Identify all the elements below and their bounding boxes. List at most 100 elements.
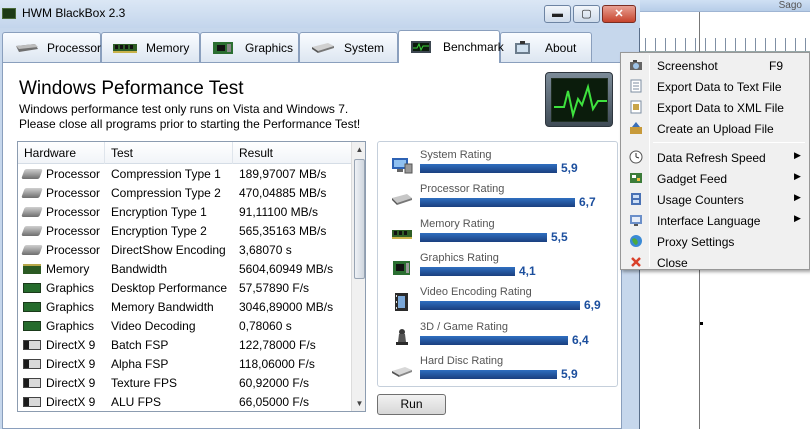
rating-label: Graphics Rating bbox=[420, 251, 499, 264]
rating-label: 3D / Game Rating bbox=[420, 320, 509, 333]
processor-icon bbox=[391, 190, 413, 208]
cell-hardware: DirectX 9 bbox=[46, 338, 96, 352]
memory-icon bbox=[23, 264, 41, 274]
menu-item-close[interactable]: Close bbox=[623, 252, 807, 273]
column-header-test[interactable]: Test bbox=[111, 146, 133, 160]
app-icon bbox=[2, 8, 16, 19]
cell-hardware: Memory bbox=[46, 262, 90, 276]
table-header: Hardware Test Result bbox=[18, 142, 351, 164]
cell-result: 60,92000 F/s bbox=[239, 376, 310, 390]
rating-value: 5,5 bbox=[551, 229, 568, 244]
processor-icon bbox=[21, 226, 43, 236]
menu-item-gadget-feed[interactable]: Gadget Feed ▶ bbox=[623, 168, 807, 189]
cell-test: Compression Type 2 bbox=[111, 186, 221, 200]
background-ruler bbox=[636, 38, 810, 52]
table-row[interactable]: DirectX 9 ALU FPS 66,05000 F/s bbox=[18, 393, 351, 411]
tab-memory[interactable]: Memory bbox=[101, 32, 200, 62]
rating-item: Video Encoding Rating 6,9 bbox=[378, 285, 617, 319]
cell-result: 57,57890 F/s bbox=[239, 281, 310, 295]
cell-hardware: Graphics bbox=[46, 300, 95, 314]
table-row[interactable]: Processor DirectShow Encoding 3,68070 s bbox=[18, 241, 351, 260]
tab-label: Graphics bbox=[245, 40, 294, 55]
menu-item-data-refresh-speed[interactable]: Data Refresh Speed ▶ bbox=[623, 147, 807, 168]
tab-system[interactable]: System bbox=[299, 32, 398, 62]
table-row[interactable]: Processor Encryption Type 1 91,11100 MB/s bbox=[18, 203, 351, 222]
cell-test: Bandwidth bbox=[111, 262, 168, 276]
column-divider[interactable] bbox=[104, 142, 105, 164]
rating-item: Graphics Rating 4,1 bbox=[378, 251, 617, 285]
menu-item-create-an-upload-file[interactable]: Create an Upload File bbox=[623, 118, 807, 139]
rating-value: 5,9 bbox=[561, 366, 578, 381]
menu-item-label: Screenshot bbox=[657, 59, 718, 73]
title-bar[interactable]: HWM BlackBox 2.3 ▬ ▢ ✕ bbox=[0, 0, 640, 28]
processor-icon bbox=[21, 188, 43, 198]
rating-label: Processor Rating bbox=[420, 183, 505, 196]
table-row[interactable]: DirectX 9 Alpha FSP 118,06000 F/s bbox=[18, 355, 351, 374]
cell-result: 122,78000 F/s bbox=[239, 338, 316, 352]
menu-item-label: Proxy Settings bbox=[657, 235, 735, 249]
directx-icon bbox=[23, 340, 41, 350]
run-button[interactable]: Run bbox=[377, 394, 446, 415]
gauge-icon bbox=[629, 192, 643, 206]
graphics-card-icon bbox=[391, 259, 413, 277]
menu-separator bbox=[653, 142, 805, 143]
clock-icon bbox=[629, 150, 643, 164]
benchmark-description: Windows performance test only runs on Vi… bbox=[19, 102, 360, 132]
menu-item-interface-language[interactable]: Interface Language ▶ bbox=[623, 210, 807, 231]
film-icon bbox=[391, 293, 413, 312]
table-row[interactable]: Graphics Desktop Performance 57,57890 F/s bbox=[18, 279, 351, 298]
minimize-button[interactable]: ▬ bbox=[544, 5, 571, 23]
cell-hardware: DirectX 9 bbox=[46, 376, 96, 390]
chess-piece-icon bbox=[391, 328, 413, 346]
table-scrollbar[interactable]: ▲ ▼ bbox=[351, 142, 365, 411]
ratings-panel: System Rating 5,9 Processor Rating 6,7 Memor… bbox=[377, 141, 618, 387]
rating-value: 5,9 bbox=[561, 161, 578, 175]
close-icon bbox=[629, 255, 643, 269]
globe-icon bbox=[629, 234, 643, 248]
processor-icon bbox=[21, 245, 43, 255]
close-window-button[interactable]: ✕ bbox=[602, 5, 636, 23]
table-row[interactable]: Processor Encryption Type 2 565,35163 MB/s bbox=[18, 222, 351, 241]
maximize-button[interactable]: ▢ bbox=[573, 5, 600, 23]
rating-value: 6,7 bbox=[579, 195, 596, 210]
scroll-down-arrow-icon[interactable]: ▼ bbox=[352, 396, 365, 411]
table-row[interactable]: Processor Compression Type 2 470,04885 MB/… bbox=[18, 184, 351, 203]
menu-item-proxy-settings[interactable]: Proxy Settings bbox=[623, 231, 807, 252]
performance-monitor-icon bbox=[545, 72, 613, 127]
tab-about[interactable]: About bbox=[500, 32, 592, 62]
table-row[interactable]: DirectX 9 Batch FSP 122,78000 F/s bbox=[18, 336, 351, 355]
context-menu: Screenshot F9 Export Data to Text File Expo… bbox=[620, 52, 810, 270]
menu-item-export-data-to-xml-file[interactable]: Export Data to XML File bbox=[623, 97, 807, 118]
upload-icon bbox=[629, 121, 643, 135]
cell-hardware: Graphics bbox=[46, 319, 95, 333]
page-title: Windows Peformance Test bbox=[19, 78, 244, 99]
tab-processor[interactable]: Processor bbox=[2, 32, 101, 62]
table-row[interactable]: DirectX 9 Texture FPS 60,92000 F/s bbox=[18, 374, 351, 393]
tab-benchmark[interactable]: Benchmark bbox=[398, 30, 504, 63]
scroll-up-arrow-icon[interactable]: ▲ bbox=[352, 142, 365, 157]
column-header-result[interactable]: Result bbox=[239, 146, 273, 160]
graphics-card-icon bbox=[23, 283, 41, 293]
cell-result: 91,11100 MB/s bbox=[239, 205, 318, 219]
cell-test: Encryption Type 2 bbox=[111, 224, 207, 238]
rating-bar bbox=[420, 232, 547, 242]
cell-hardware: Processor bbox=[46, 243, 101, 257]
table-row[interactable]: Graphics Video Decoding 0,78060 s bbox=[18, 317, 351, 336]
rating-value: 6,9 bbox=[584, 298, 601, 313]
tab-label: About bbox=[545, 40, 577, 55]
column-divider[interactable] bbox=[232, 142, 233, 164]
table-row[interactable]: Processor Compression Type 1 189,97007 MB/… bbox=[18, 165, 351, 184]
menu-item-screenshot[interactable]: Screenshot F9 bbox=[623, 55, 807, 76]
scrollbar-thumb[interactable] bbox=[354, 159, 365, 279]
menu-item-usage-counters[interactable]: Usage Counters ▶ bbox=[623, 189, 807, 210]
menu-item-export-data-to-text-file[interactable]: Export Data to Text File bbox=[623, 76, 807, 97]
results-table: Hardware Test Result Processor Compressio… bbox=[17, 141, 366, 412]
menu-shortcut: F9 bbox=[769, 59, 784, 73]
table-row[interactable]: Graphics Memory Bandwidth 3046,89000 MB/s bbox=[18, 298, 351, 317]
rating-label: System Rating bbox=[420, 149, 492, 161]
directx-icon bbox=[23, 359, 41, 369]
tab-graphics[interactable]: Graphics bbox=[200, 32, 299, 62]
table-row[interactable]: Memory Bandwidth 5604,60949 MB/s bbox=[18, 260, 351, 279]
column-header-hardware[interactable]: Hardware bbox=[24, 146, 76, 160]
description-line: Windows performance test only runs on Vi… bbox=[19, 102, 349, 116]
